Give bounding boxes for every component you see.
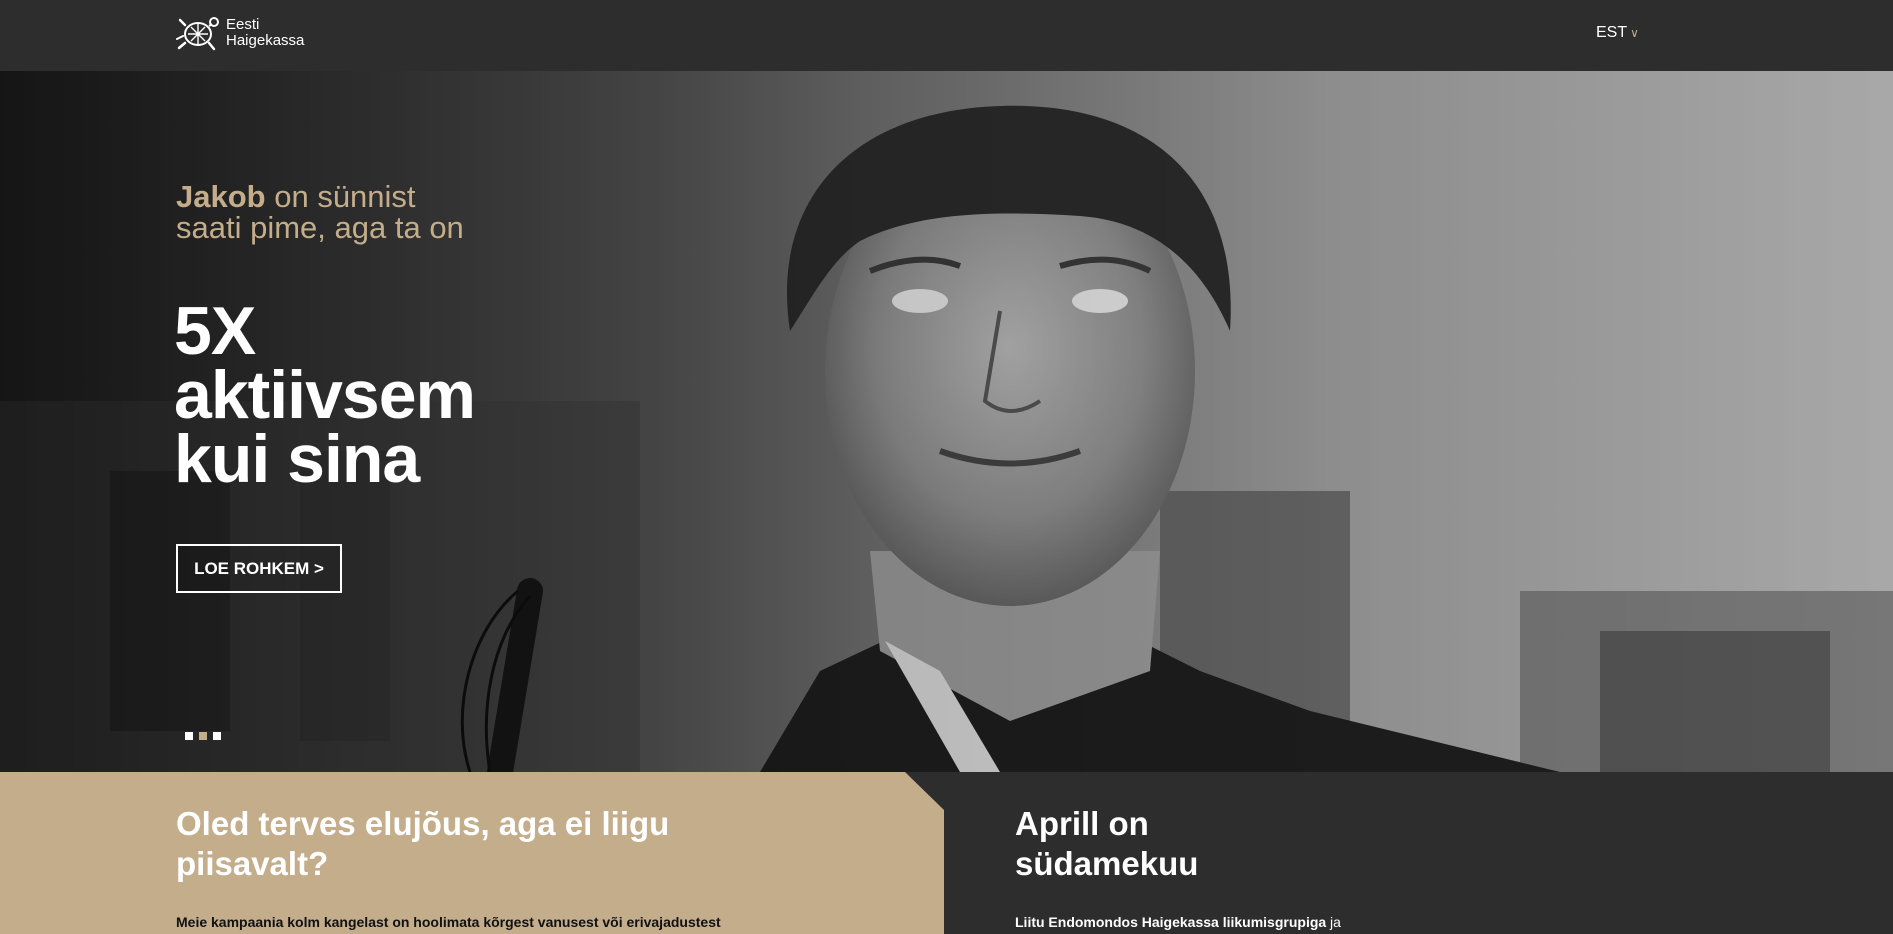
heart-month-title-line-1: Aprill on — [1015, 805, 1149, 842]
heart-month-panel: Aprill on südamekuu Liitu Endomondos Hai… — [944, 772, 1893, 934]
haigekassa-logo[interactable]: Eesti Haigekassa — [176, 12, 304, 54]
turtle-logo-icon — [176, 17, 219, 51]
hero-headline-line-1: 5X — [174, 293, 256, 369]
logo-line-1: Eesti — [226, 16, 260, 33]
hero-slider: Jakob on sünnist saati pime, aga ta on 5… — [0, 71, 1893, 772]
slider-dots — [185, 732, 221, 740]
chevron-down-icon: ∨ — [1630, 26, 1639, 40]
hero-intro-part-1: on sünnist — [265, 179, 416, 214]
heart-month-text-after: ja — [1326, 914, 1341, 930]
activity-panel: Oled terves elujõus, aga ei liigu piisav… — [0, 772, 944, 934]
top-navigation-bar: Eesti Haigekassa EST ∨ — [0, 0, 1893, 71]
endomondo-group-link[interactable]: Liitu Endomondos Haigekassa liikumisgrup… — [1015, 914, 1326, 930]
read-more-button[interactable]: LOE ROHKEM > — [176, 544, 342, 593]
language-label: EST — [1596, 24, 1628, 41]
hero-headline-line-2: aktiivsem — [174, 357, 476, 433]
activity-panel-text: Meie kampaania kolm kangelast on hoolima… — [176, 914, 721, 930]
heart-month-title-line-2: südamekuu — [1015, 845, 1199, 882]
heart-month-text: Liitu Endomondos Haigekassa liikumisgrup… — [1015, 913, 1515, 931]
slider-dot-1[interactable] — [185, 732, 193, 740]
slider-dot-2[interactable] — [199, 732, 207, 740]
language-selector[interactable]: EST ∨ — [1596, 24, 1639, 42]
hero-headline: 5X aktiivsem kui sina — [174, 293, 594, 497]
logo-line-2: Haigekassa — [226, 32, 305, 49]
hero-intro-text: Jakob on sünnist saati pime, aga ta on — [176, 181, 506, 243]
hero-headline-line-3: kui sina — [174, 421, 420, 497]
logo-wordmark: Eesti Haigekassa — [226, 17, 304, 49]
heart-month-title: Aprill on südamekuu — [1015, 804, 1315, 884]
hero-intro-name: Jakob — [176, 179, 266, 214]
activity-panel-title: Oled terves elujõus, aga ei liigu piisav… — [176, 805, 670, 882]
slider-dot-3[interactable] — [213, 732, 221, 740]
hero-intro-part-2: saati pime, aga ta on — [176, 210, 464, 245]
